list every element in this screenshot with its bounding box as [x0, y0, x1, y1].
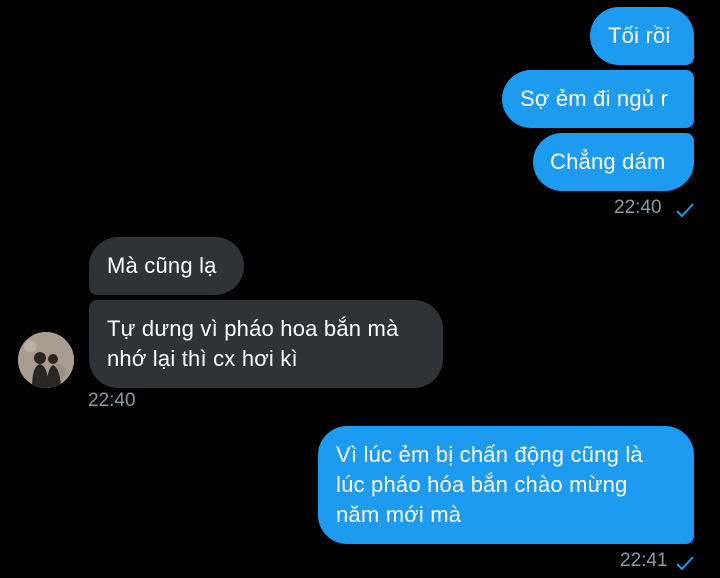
message-timestamp: 22:41 — [620, 550, 668, 571]
message-timestamp: 22:40 — [614, 197, 662, 218]
message-text: Tối rồi — [608, 23, 671, 48]
message-bubble-incoming[interactable]: Tự dưng vì pháo hoa bắn mà nhớ lại thì c… — [89, 300, 443, 388]
avatar[interactable] — [18, 332, 74, 388]
check-icon — [676, 203, 694, 217]
avatar-image — [18, 332, 74, 388]
message-text-line: lúc pháo hóa bắn chào mừng — [336, 472, 628, 497]
message-timestamp: 22:40 — [88, 390, 136, 411]
message-bubble-outgoing[interactable]: Tối rồi — [590, 7, 694, 65]
message-text-line: Tự dưng vì pháo hoa bắn mà — [107, 316, 399, 341]
message-text-line: Vì lúc ẻm bị chấn động cũng là — [336, 442, 643, 467]
message-text: Sợ ẻm đi ngủ r — [520, 86, 669, 111]
message-bubble-outgoing[interactable]: Chẳng dám — [533, 133, 694, 191]
message-bubble-outgoing[interactable]: Sợ ẻm đi ngủ r — [502, 70, 694, 128]
message-text: Chẳng dám — [550, 149, 666, 174]
message-text-line: nhớ lại thì cx hơi kì — [107, 346, 298, 371]
check-icon — [676, 556, 694, 570]
message-bubble-incoming[interactable]: Mà cũng lạ — [89, 237, 244, 295]
message-text-line: năm mới mà — [336, 502, 462, 527]
message-bubble-outgoing[interactable]: Vì lúc ẻm bị chấn động cũng là lúc pháo … — [318, 426, 694, 544]
message-text: Mà cũng lạ — [107, 253, 217, 278]
